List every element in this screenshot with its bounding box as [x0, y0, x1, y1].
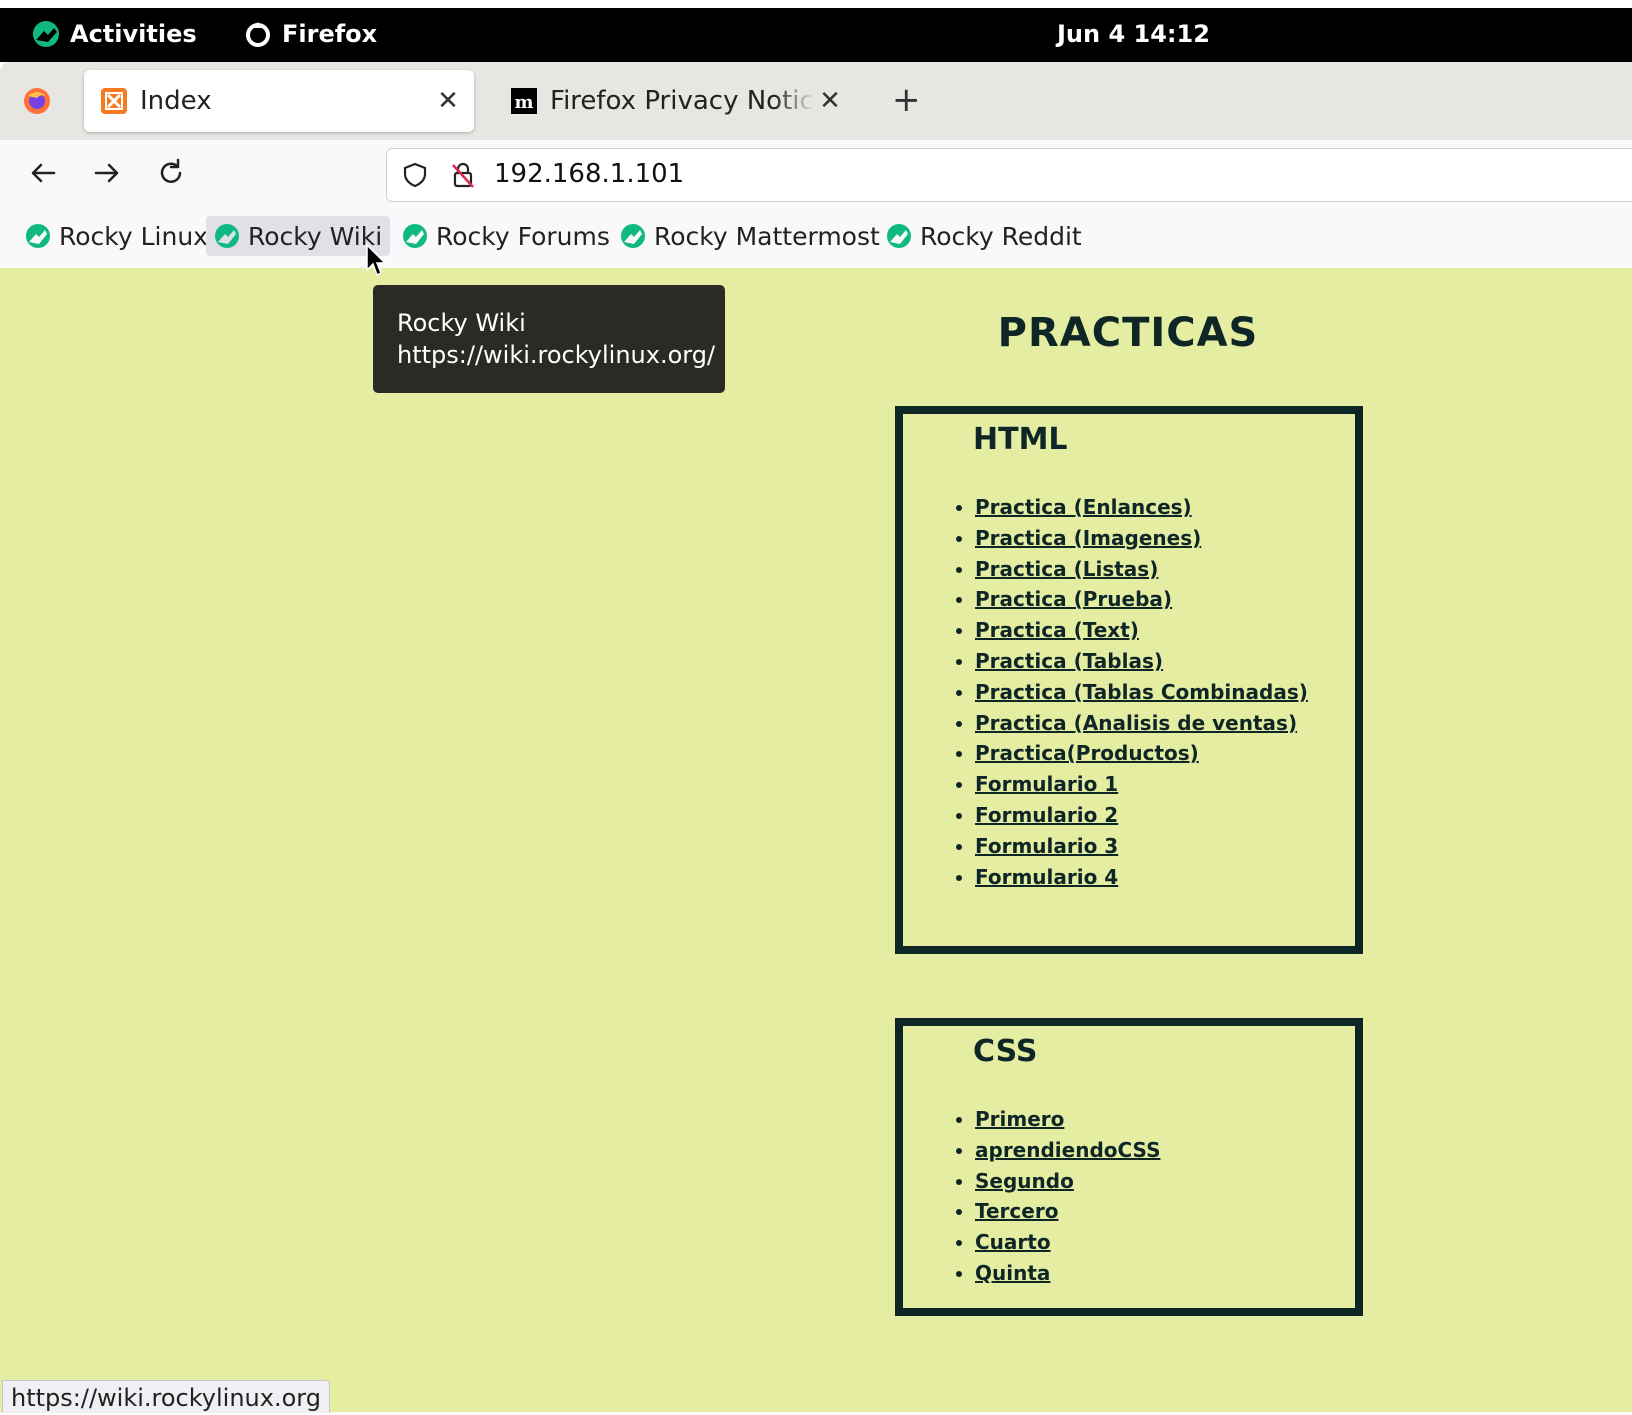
practice-link[interactable]: Practica (Tablas Combinadas) — [975, 680, 1308, 704]
link-status-bar: https://wiki.rockylinux.org — [2, 1380, 330, 1413]
css-section-box: CSS Primero aprendiendoCSS Segundo Terce… — [895, 1018, 1363, 1316]
tab-privacy-notice[interactable]: m Firefox Privacy Notice — M ✕ — [494, 70, 856, 132]
css-links-list: Primero aprendiendoCSS Segundo Tercero C… — [953, 1104, 1160, 1289]
css-link[interactable]: Tercero — [975, 1199, 1058, 1223]
forward-arrow-icon[interactable] — [88, 154, 126, 192]
css-section-heading: CSS — [973, 1034, 1038, 1069]
tab-title: Firefox Privacy Notice — M — [550, 86, 814, 116]
bookmark-rocky-mattermost[interactable]: Rocky Mattermost — [612, 216, 888, 256]
practice-link[interactable]: Practica (Prueba) — [975, 587, 1172, 611]
rocky-logo-icon — [887, 224, 911, 248]
list-item: Segundo — [975, 1166, 1160, 1197]
bookmark-tooltip: Rocky Wiki https://wiki.rockylinux.org/ — [373, 285, 725, 393]
bookmark-label: Rocky Forums — [436, 221, 610, 251]
list-item: Quinta — [975, 1258, 1160, 1289]
form-link[interactable]: Formulario 1 — [975, 772, 1118, 796]
practice-link[interactable]: Practica (Imagenes) — [975, 526, 1201, 550]
new-tab-button[interactable]: + — [892, 80, 921, 120]
tab-strip: Index ✕ m Firefox Privacy Notice — M ✕ + — [0, 62, 1632, 140]
svg-text:m: m — [514, 92, 533, 113]
back-arrow-icon[interactable] — [24, 154, 62, 192]
css-link[interactable]: aprendiendoCSS — [975, 1138, 1160, 1162]
practice-link[interactable]: Practica(Productos) — [975, 741, 1199, 765]
mozilla-favicon-icon: m — [511, 88, 537, 114]
gnome-top-bar: Activities Firefox Jun 4 14:12 — [0, 8, 1632, 62]
css-link[interactable]: Quinta — [975, 1261, 1050, 1285]
bookmark-rocky-reddit[interactable]: Rocky Reddit — [878, 216, 1090, 256]
bookmark-label: Rocky Mattermost — [654, 221, 880, 251]
practice-link[interactable]: Practica (Text) — [975, 618, 1139, 642]
navigation-toolbar: 192.168.1.101 — [0, 140, 1632, 206]
html-section-box: HTML Practica (Enlances) Practica (Image… — [895, 406, 1363, 954]
list-item: Cuarto — [975, 1227, 1160, 1258]
bookmark-label: Rocky Reddit — [920, 221, 1082, 251]
tab-index[interactable]: Index ✕ — [84, 70, 474, 132]
firefox-view-icon[interactable] — [22, 86, 52, 116]
list-item: Practica (Prueba) — [975, 584, 1308, 615]
xampp-favicon-icon — [101, 88, 127, 114]
list-item: aprendiendoCSS — [975, 1135, 1160, 1166]
form-link[interactable]: Formulario 3 — [975, 834, 1118, 858]
list-item: Formulario 2 — [975, 800, 1308, 831]
html-section-heading: HTML — [973, 422, 1068, 457]
app-menu-firefox[interactable]: Firefox — [244, 20, 377, 48]
tracking-protection-shield-icon[interactable] — [401, 161, 429, 189]
list-item: Practica (Analisis de ventas) — [975, 708, 1308, 739]
css-link[interactable]: Primero — [975, 1107, 1064, 1131]
bookmarks-toolbar: Rocky Linux Rocky Wiki Rocky Forums Rock… — [0, 206, 1632, 269]
list-item: Practica (Listas) — [975, 554, 1308, 585]
list-item: Practica (Text) — [975, 615, 1308, 646]
page-content: PRACTICAS HTML Practica (Enlances) Pract… — [0, 268, 1632, 1412]
bookmark-rocky-forums[interactable]: Rocky Forums — [394, 216, 618, 256]
bookmark-label: Rocky Wiki — [248, 221, 383, 251]
list-item: Practica (Enlances) — [975, 492, 1308, 523]
tooltip-url: https://wiki.rockylinux.org/ — [397, 341, 716, 369]
rocky-logo-icon — [215, 224, 239, 248]
reload-icon[interactable] — [152, 154, 190, 192]
rocky-logo-icon — [621, 224, 645, 248]
bookmark-rocky-linux[interactable]: Rocky Linux — [17, 216, 216, 256]
tab-close-icon[interactable]: ✕ — [814, 86, 846, 116]
tab-title: Index — [140, 86, 212, 116]
firefox-app-icon — [246, 22, 270, 47]
activities-button[interactable]: Activities — [32, 20, 197, 48]
rocky-logo-icon — [33, 21, 59, 47]
insecure-lock-icon[interactable] — [449, 161, 477, 189]
rocky-logo-icon — [26, 224, 50, 248]
list-item: Formulario 1 — [975, 769, 1308, 800]
mouse-pointer-icon — [366, 244, 387, 277]
rocky-logo-icon — [403, 224, 427, 248]
bookmark-label: Rocky Linux — [59, 221, 208, 251]
page-title: PRACTICAS — [997, 310, 1259, 356]
clock[interactable]: Jun 4 14:12 — [1057, 20, 1210, 48]
list-item: Primero — [975, 1104, 1160, 1135]
tooltip-title: Rocky Wiki — [397, 309, 526, 337]
bookmark-rocky-wiki[interactable]: Rocky Wiki — [206, 216, 391, 256]
practice-link[interactable]: Practica (Enlances) — [975, 495, 1192, 519]
practice-link[interactable]: Practica (Listas) — [975, 557, 1158, 581]
url-text: 192.168.1.101 — [494, 159, 685, 189]
tab-close-icon[interactable]: ✕ — [432, 86, 464, 116]
css-link[interactable]: Cuarto — [975, 1230, 1051, 1254]
activities-label: Activities — [70, 20, 197, 48]
url-bar[interactable]: 192.168.1.101 — [386, 148, 1632, 202]
form-link[interactable]: Formulario 4 — [975, 865, 1118, 889]
app-menu-label: Firefox — [282, 20, 378, 48]
list-item: Tercero — [975, 1196, 1160, 1227]
html-links-list: Practica (Enlances) Practica (Imagenes) … — [953, 492, 1308, 892]
css-link[interactable]: Segundo — [975, 1169, 1074, 1193]
list-item: Formulario 4 — [975, 862, 1308, 893]
form-link[interactable]: Formulario 2 — [975, 803, 1118, 827]
list-item: Practica (Imagenes) — [975, 523, 1308, 554]
practice-link[interactable]: Practica (Tablas) — [975, 649, 1163, 673]
list-item: Practica (Tablas) — [975, 646, 1308, 677]
list-item: Formulario 3 — [975, 831, 1308, 862]
list-item: Practica(Productos) — [975, 738, 1308, 769]
practice-link[interactable]: Practica (Analisis de ventas) — [975, 711, 1297, 735]
list-item: Practica (Tablas Combinadas) — [975, 677, 1308, 708]
